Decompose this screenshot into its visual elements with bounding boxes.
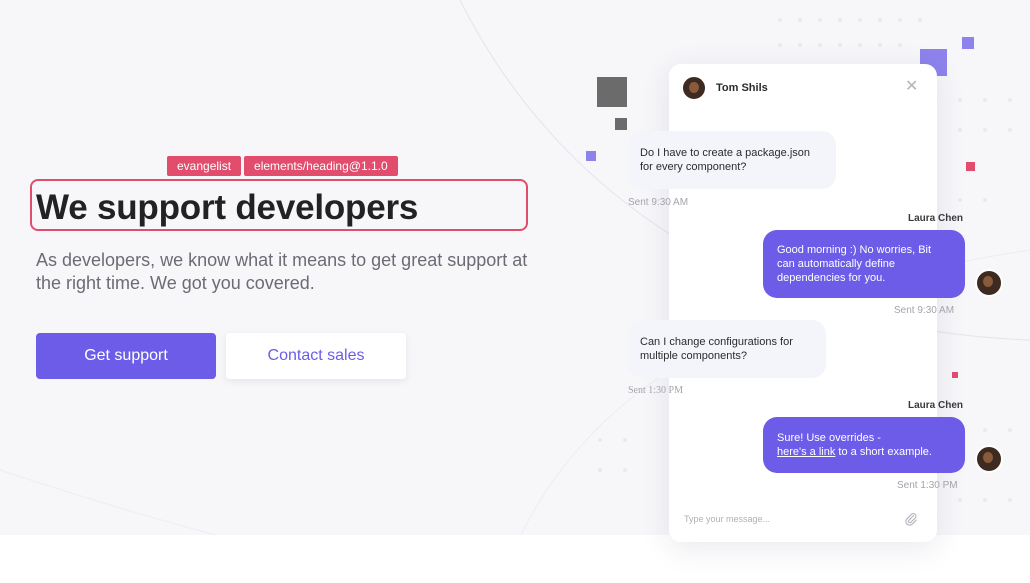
message-timestamp: Sent 1:30 PM bbox=[897, 480, 958, 491]
message-text-line: can automatically define bbox=[777, 258, 896, 270]
message-text-line-with-link: here's a link to a short example. bbox=[777, 445, 951, 459]
element-tags: evangelist elements/heading@1.1.0 bbox=[167, 156, 398, 176]
contact-sales-button[interactable]: Contact sales bbox=[226, 333, 406, 379]
avatar-laura-chen bbox=[975, 269, 1003, 297]
chat-header-name: Tom Shils bbox=[716, 82, 768, 94]
decor-square-pink-bottom bbox=[952, 372, 958, 378]
sender-name: Laura Chen bbox=[908, 213, 964, 224]
paperclip-icon[interactable] bbox=[904, 512, 918, 526]
bottom-band bbox=[0, 535, 1030, 583]
sender-name: Laura Chen bbox=[908, 400, 964, 411]
message-text-line: Sure! Use overrides - bbox=[777, 432, 881, 444]
avatar-tom-shils bbox=[681, 75, 707, 101]
message-timestamp: Sent 9:30 AM bbox=[894, 305, 955, 316]
message-timestamp: Sent 1:30 PM bbox=[628, 385, 684, 396]
tag-element-version: elements/heading@1.1.0 bbox=[244, 156, 398, 176]
hero-subtext: As developers, we know what it means to … bbox=[36, 250, 528, 293]
message-text-line: multiple components? bbox=[640, 350, 748, 362]
overrides-link[interactable]: here's a link bbox=[777, 446, 835, 458]
message-incoming-1: Do I have to create a package.json for e… bbox=[628, 131, 836, 189]
message-text-line: Can I change configurations for bbox=[640, 336, 793, 348]
decor-square-small-gray bbox=[615, 118, 627, 130]
message-text-line: for every component? bbox=[640, 161, 747, 173]
page-title: We support developers bbox=[36, 188, 419, 227]
avatar-laura-chen bbox=[975, 445, 1003, 473]
message-outgoing-1: Good morning :) No worries, Bit can auto… bbox=[763, 230, 965, 298]
message-text-after-link: to a short example. bbox=[835, 446, 932, 458]
message-outgoing-2: Sure! Use overrides - here's a link to a… bbox=[763, 417, 965, 473]
message-text-line: Do I have to create a package.json bbox=[640, 147, 810, 159]
message-input[interactable] bbox=[684, 510, 884, 528]
close-icon[interactable]: ✕ bbox=[905, 79, 918, 95]
decor-square-purple-small bbox=[962, 37, 974, 49]
decor-square-pink-top bbox=[966, 162, 975, 171]
message-text-line: Good morning :) No worries, Bit bbox=[777, 244, 932, 256]
tag-evangelist: evangelist bbox=[167, 156, 242, 176]
message-timestamp: Sent 9:30 AM bbox=[628, 197, 689, 208]
get-support-button[interactable]: Get support bbox=[36, 333, 216, 379]
decor-square-large-gray bbox=[597, 77, 627, 107]
decor-square-purple-left bbox=[586, 151, 596, 161]
message-incoming-2: Can I change configurations for multiple… bbox=[628, 320, 826, 378]
message-text-line: dependencies for you. bbox=[777, 272, 886, 284]
